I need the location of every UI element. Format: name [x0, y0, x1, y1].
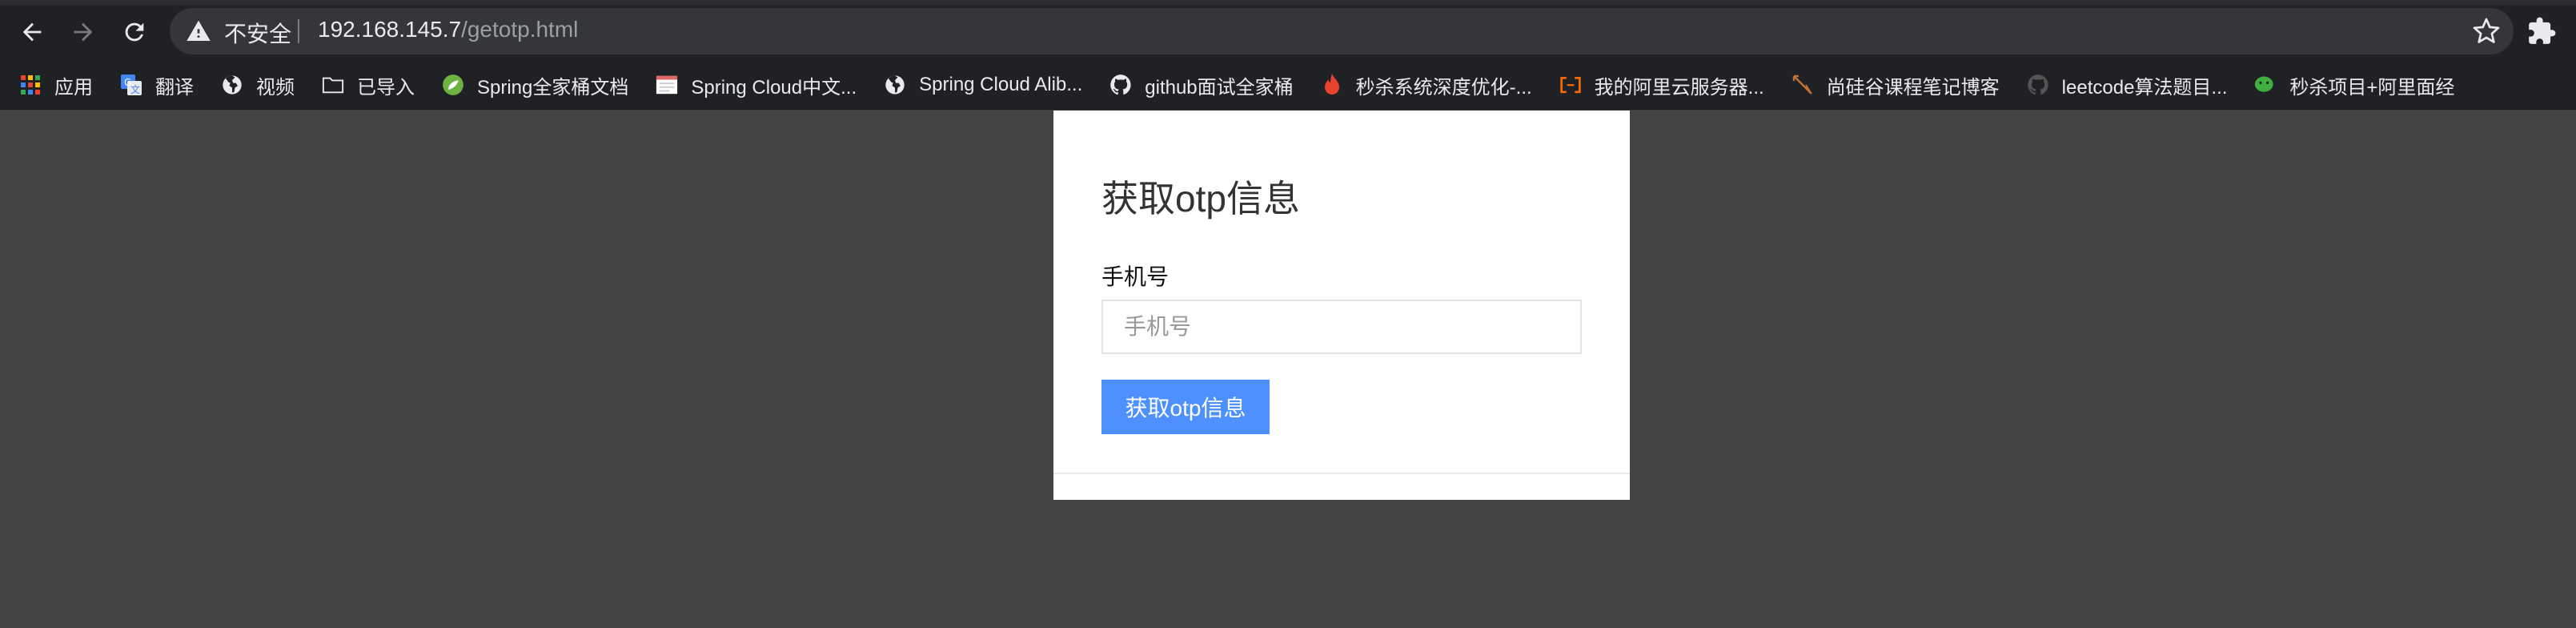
forward-button[interactable]: [62, 11, 104, 53]
bookmark-label: leetcode算法题目...: [2061, 76, 2228, 99]
github-icon: [1109, 74, 1132, 96]
bookmark-label: 视频: [256, 76, 295, 99]
bookmark-label: 应用: [54, 76, 93, 99]
bookmark-label: 已导入: [357, 76, 415, 99]
bookmark-seckill-project[interactable]: 秒杀项目+阿里面经: [2254, 71, 2454, 99]
bookmark-atguigu-notes[interactable]: 尚硅谷课程笔记博客: [1792, 71, 2000, 99]
bookmark-label: 秒杀系统深度优化-...: [1355, 76, 1532, 99]
bookmark-aliyun-server[interactable]: 我的阿里云服务器...: [1559, 71, 1764, 99]
url-path: /getotp.html: [461, 17, 579, 42]
star-icon[interactable]: [2472, 17, 2501, 46]
bookmark-label: Spring Cloud Alib...: [919, 74, 1083, 95]
bookmark-spring-cloud-cn[interactable]: Spring Cloud中文...: [656, 71, 857, 99]
github-icon: [2027, 74, 2049, 96]
svg-text:文: 文: [130, 83, 140, 95]
arrow-right-icon: [74, 22, 93, 42]
bookmark-apps[interactable]: 应用: [19, 71, 93, 99]
warning-triangle-icon: [187, 20, 211, 41]
phone-input[interactable]: [1101, 300, 1582, 354]
globe-icon: [884, 74, 906, 96]
bookmark-label: github面试全家桶: [1145, 76, 1294, 99]
spring-leaf-icon: [442, 74, 464, 96]
bookmark-label: Spring全家桶文档: [477, 76, 629, 99]
bookmarks-bar: 应用 G文 翻译 视频 已导入 Spring全家桶文档 Spring Cloud…: [0, 66, 2576, 104]
bookmark-spring-docs[interactable]: Spring全家桶文档: [442, 71, 628, 99]
pen-icon: [1792, 74, 1814, 96]
get-otp-button[interactable]: 获取otp信息: [1101, 380, 1270, 434]
bookmark-imported-folder[interactable]: 已导入: [322, 71, 415, 99]
url-text[interactable]: 192.168.145.7/getotp.html: [318, 17, 578, 42]
folder-icon: [322, 74, 344, 96]
bookmark-github-interview[interactable]: github面试全家桶: [1109, 71, 1294, 99]
bookmark-seckill-optimize[interactable]: 秒杀系统深度优化-...: [1321, 71, 1532, 99]
bookmark-label: 尚硅谷课程笔记博客: [1826, 76, 2000, 99]
arrow-left-icon: [22, 22, 42, 42]
apps-grid-icon: [19, 74, 42, 96]
bookmark-translate[interactable]: G文 翻译: [120, 71, 194, 99]
phone-field-label: 手机号: [1101, 264, 1170, 289]
page-title: 获取otp信息: [1101, 178, 1300, 219]
otp-form-card: 获取otp信息 手机号 获取otp信息: [1053, 111, 1630, 500]
aliyun-icon: [1559, 74, 1582, 96]
omnibox-divider: [298, 19, 299, 43]
bookmark-spring-cloud-alibaba[interactable]: Spring Cloud Alib...: [884, 74, 1082, 96]
flame-icon: [1321, 74, 1343, 96]
bookmark-leetcode[interactable]: leetcode算法题目...: [2027, 71, 2228, 99]
security-label[interactable]: 不安全: [224, 17, 291, 49]
bookmark-label: 我的阿里云服务器...: [1594, 76, 1764, 99]
translate-icon: G文: [120, 74, 142, 96]
address-bar[interactable]: 不安全 192.168.145.7/getotp.html: [170, 8, 2514, 54]
reload-icon: [125, 22, 144, 42]
bookmark-video[interactable]: 视频: [221, 71, 295, 99]
tab-strip-edge: [0, 0, 2576, 5]
bookmark-label: 秒杀项目+阿里面经: [2289, 76, 2455, 99]
doc-icon: [656, 74, 678, 96]
wechat-icon: [2254, 74, 2277, 96]
browser-chrome: 不安全 192.168.145.7/getotp.html 应用 G文 翻译 视…: [0, 0, 2576, 111]
card-divider: [1053, 473, 1630, 474]
globe-icon: [221, 74, 243, 96]
bookmark-label: 翻译: [155, 76, 194, 99]
puzzle-icon[interactable]: [2526, 16, 2557, 46]
url-host: 192.168.145.7: [318, 17, 462, 42]
back-button[interactable]: [11, 11, 53, 53]
reload-button[interactable]: [114, 11, 155, 53]
bookmark-label: Spring Cloud中文...: [691, 76, 857, 99]
